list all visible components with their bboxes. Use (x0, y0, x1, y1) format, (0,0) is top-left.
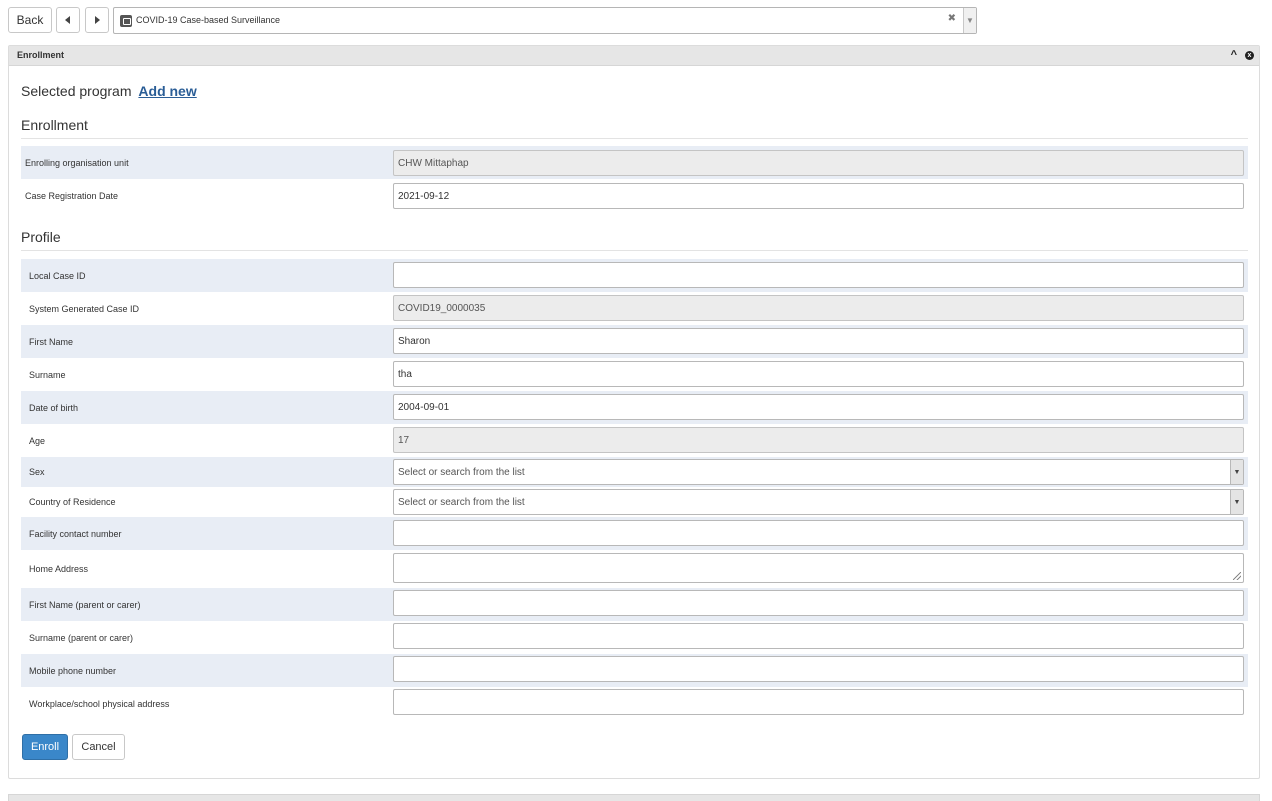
form-row: Enrolling organisation unit CHW Mittapha… (21, 146, 1248, 179)
field-label: Country of Residence (29, 497, 116, 507)
enrolling-org-unit-field: CHW Mittaphap (393, 150, 1244, 176)
add-new-link[interactable]: Add new (138, 83, 196, 99)
facility-contact-number-field[interactable] (393, 520, 1244, 546)
triangle-right-icon (95, 16, 100, 24)
form-row: Local Case ID (21, 259, 1248, 292)
workplace-address-field[interactable] (393, 689, 1244, 715)
panel-title: Enrollment (17, 50, 65, 60)
collapse-icon[interactable]: ^ (1231, 49, 1237, 61)
enrollment-panel: Enrollment ^ x Selected program Add new … (8, 45, 1260, 779)
next-button[interactable] (85, 7, 109, 33)
sex-select[interactable]: Select or search from the list ▼ (393, 459, 1244, 485)
section-divider (21, 138, 1248, 139)
field-label: Facility contact number (29, 528, 122, 539)
chevron-down-icon[interactable]: ▼ (1230, 490, 1243, 514)
field-label: Surname (parent or carer) (29, 632, 134, 643)
field-label: Enrolling organisation unit (25, 157, 129, 168)
triangle-left-icon (65, 16, 70, 24)
chevron-down-icon[interactable]: ▼ (963, 8, 976, 33)
previous-button[interactable] (56, 7, 80, 33)
form-row: System Generated Case ID COVID19_0000035 (21, 292, 1248, 325)
form-row: Surname tha (21, 358, 1248, 391)
field-label: Surname (29, 369, 66, 380)
cancel-button[interactable]: Cancel (72, 734, 125, 760)
field-label: Sex (29, 467, 45, 477)
clear-icon[interactable]: ✖ (948, 13, 956, 24)
program-selector-value: COVID-19 Case-based Surveillance (136, 15, 281, 25)
form-row: Date of birth 2004-09-01 (21, 391, 1248, 424)
form-row: Surname (parent or carer) (21, 621, 1248, 654)
top-toolbar: Back COVID-19 Case-based Surveillance ✖ … (8, 7, 977, 34)
section-title-enrollment: Enrollment (21, 117, 88, 133)
form-row: Facility contact number (21, 517, 1248, 550)
form-row: First Name Sharon (21, 325, 1248, 358)
local-case-id-field[interactable] (393, 262, 1244, 288)
form-row: Mobile phone number (21, 654, 1248, 687)
first-name-field[interactable]: Sharon (393, 328, 1244, 354)
field-label: Home Address (29, 564, 89, 574)
date-of-birth-field[interactable]: 2004-09-01 (393, 394, 1244, 420)
chevron-down-icon[interactable]: ▼ (1230, 460, 1243, 484)
surname-field[interactable]: tha (393, 361, 1244, 387)
system-case-id-field: COVID19_0000035 (393, 295, 1244, 321)
selected-program: Selected program Add new (21, 83, 197, 99)
sex-select-placeholder: Select or search from the list (398, 466, 525, 478)
home-address-textarea[interactable] (393, 553, 1244, 583)
field-label: System Generated Case ID (29, 303, 140, 314)
section-title-profile: Profile (21, 229, 61, 245)
program-icon (120, 15, 132, 27)
enroll-button[interactable]: Enroll (22, 734, 68, 760)
program-selector[interactable]: COVID-19 Case-based Surveillance ✖ ▼ (113, 7, 977, 34)
panel-header: Enrollment ^ x (9, 46, 1259, 66)
form-row: Home Address (21, 550, 1248, 588)
next-panel-header (8, 794, 1260, 801)
form-row: Age 17 (21, 424, 1248, 457)
parent-first-name-field[interactable] (393, 590, 1244, 616)
back-button[interactable]: Back (8, 7, 52, 33)
field-label: Case Registration Date (25, 190, 119, 201)
country-of-residence-select[interactable]: Select or search from the list ▼ (393, 489, 1244, 515)
age-field: 17 (393, 427, 1244, 453)
field-label: First Name (parent or carer) (29, 599, 141, 610)
section-divider (21, 250, 1248, 251)
field-label: First Name (29, 336, 74, 347)
field-label: Workplace/school physical address (29, 698, 170, 709)
close-icon[interactable]: x (1245, 51, 1254, 60)
form-row: Workplace/school physical address (21, 687, 1248, 720)
field-label: Age (29, 435, 46, 446)
form-row: Sex Select or search from the list ▼ (21, 457, 1248, 487)
field-label: Date of birth (29, 402, 79, 413)
form-row: Case Registration Date 2021-09-12 (21, 179, 1248, 212)
mobile-phone-field[interactable] (393, 656, 1244, 682)
resize-handle-icon[interactable] (1233, 572, 1241, 580)
form-row: First Name (parent or carer) (21, 588, 1248, 621)
case-registration-date-field[interactable]: 2021-09-12 (393, 183, 1244, 209)
parent-surname-field[interactable] (393, 623, 1244, 649)
field-label: Mobile phone number (29, 665, 117, 676)
form-row: Country of Residence Select or search fr… (21, 487, 1248, 517)
field-label: Local Case ID (29, 270, 86, 281)
selected-program-label: Selected program (21, 83, 132, 99)
country-select-placeholder: Select or search from the list (398, 496, 525, 508)
